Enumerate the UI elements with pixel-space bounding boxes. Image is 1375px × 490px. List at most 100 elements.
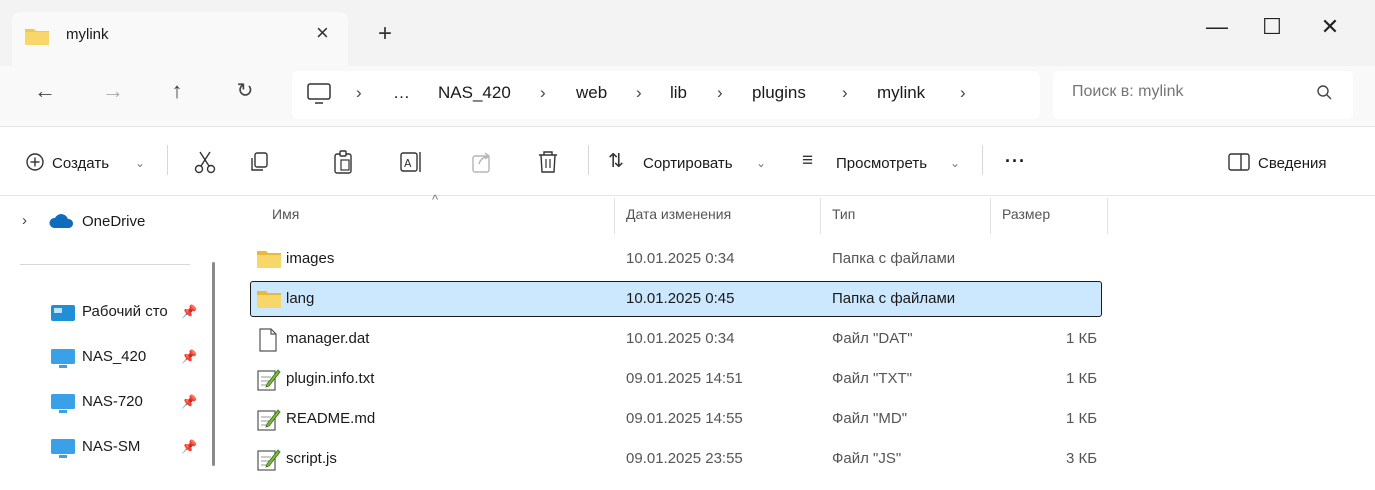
back-arrow-icon[interactable]: ←: [30, 78, 60, 104]
file-type: Файл "MD": [832, 410, 908, 427]
breadcrumb-mylink[interactable]: mylink: [877, 83, 925, 103]
breadcrumb-separator[interactable]: ›: [540, 83, 546, 103]
sort-button[interactable]: Сортировать: [643, 155, 733, 172]
file-name[interactable]: lang: [286, 290, 314, 307]
file-type: Папка с файлами: [832, 250, 956, 267]
file-date: 09.01.2025 23:55: [626, 450, 743, 467]
breadcrumb-web[interactable]: web: [576, 83, 607, 103]
refresh-icon[interactable]: ↻: [230, 78, 260, 103]
plus-circle-icon[interactable]: [25, 152, 45, 172]
desktop-icon: [51, 305, 75, 321]
computer-icon[interactable]: [306, 82, 332, 106]
forward-arrow-icon[interactable]: →: [98, 78, 128, 104]
toolbar-divider: [167, 145, 168, 175]
folder-icon: [25, 29, 49, 45]
text-file-icon: [257, 369, 281, 391]
pin-icon: 📌: [181, 304, 198, 319]
up-arrow-icon[interactable]: ↑: [162, 78, 192, 104]
sidebar-item-nas-sm[interactable]: NAS-SM: [82, 438, 140, 455]
breadcrumb-lib[interactable]: lib: [670, 83, 687, 103]
rename-icon[interactable]: A: [398, 149, 424, 175]
text-file-icon: [257, 409, 281, 431]
text-file-icon: [257, 449, 281, 471]
column-header-name[interactable]: Имя: [272, 206, 299, 222]
column-divider[interactable]: [820, 198, 821, 234]
sidebar-divider: [20, 264, 190, 265]
sidebar-item-desktop[interactable]: Рабочий сто: [82, 303, 168, 320]
folder-icon: [257, 291, 281, 308]
expand-chevron-icon[interactable]: ›: [22, 212, 27, 229]
pin-icon: 📌: [181, 349, 198, 364]
chevron-down-icon[interactable]: ⌄: [756, 156, 766, 170]
close-tab-icon[interactable]: ×: [316, 20, 329, 46]
cut-icon[interactable]: [192, 149, 218, 175]
file-type: Файл "TXT": [832, 370, 913, 387]
file-type: Файл "DAT": [832, 330, 913, 347]
more-options-button[interactable]: ···: [1005, 151, 1026, 172]
breadcrumb-separator[interactable]: ›: [842, 83, 848, 103]
create-button[interactable]: Создать: [52, 155, 109, 172]
folder-icon: [257, 251, 281, 268]
share-icon[interactable]: [469, 149, 495, 175]
sort-icon[interactable]: ⇅: [608, 150, 624, 173]
file-size: 1 КБ: [1066, 410, 1098, 427]
details-pane-icon[interactable]: [1228, 153, 1250, 171]
monitor-icon: [51, 349, 75, 368]
file-icon: [259, 328, 277, 352]
column-header-date[interactable]: Дата изменения: [626, 206, 731, 222]
paste-icon[interactable]: [331, 149, 357, 175]
new-tab-button[interactable]: +: [378, 20, 392, 48]
file-name[interactable]: images: [286, 250, 334, 267]
breadcrumb-plugins[interactable]: plugins: [752, 83, 806, 103]
pin-icon: 📌: [181, 394, 198, 409]
monitor-icon: [51, 394, 75, 413]
search-icon[interactable]: [1316, 84, 1334, 102]
sidebar-item-nas-420[interactable]: NAS_420: [82, 348, 146, 365]
file-date: 09.01.2025 14:55: [626, 410, 743, 427]
column-divider[interactable]: [1107, 198, 1108, 234]
column-divider[interactable]: [990, 198, 991, 234]
view-button[interactable]: Просмотреть: [836, 155, 927, 172]
sort-ascending-indicator-icon: ^: [432, 192, 439, 207]
chevron-down-icon[interactable]: ⌄: [135, 156, 145, 170]
file-name[interactable]: script.js: [286, 450, 337, 467]
column-divider[interactable]: [614, 198, 615, 234]
breadcrumb-nas-420[interactable]: NAS_420: [438, 83, 511, 103]
toolbar-divider: [982, 145, 983, 175]
column-header-type[interactable]: Тип: [832, 206, 855, 222]
view-list-icon[interactable]: ≡: [802, 150, 813, 172]
maximize-button[interactable]: ☐: [1252, 14, 1292, 40]
breadcrumb-separator[interactable]: ›: [636, 83, 642, 103]
copy-icon[interactable]: [247, 149, 273, 175]
pin-icon: 📌: [181, 439, 198, 454]
minimize-button[interactable]: —: [1197, 14, 1237, 40]
tab-title: mylink: [66, 26, 109, 43]
svg-text:A: A: [404, 157, 412, 170]
monitor-icon: [51, 439, 75, 458]
file-name[interactable]: README.md: [286, 410, 375, 427]
breadcrumb-separator[interactable]: ›: [960, 83, 966, 103]
sidebar-scrollbar[interactable]: [212, 262, 215, 466]
file-name[interactable]: plugin.info.txt: [286, 370, 374, 387]
file-date: 10.01.2025 0:34: [626, 330, 735, 347]
tab-mylink[interactable]: [12, 12, 348, 66]
column-header-size[interactable]: Размер: [1002, 206, 1050, 222]
breadcrumb-ellipsis[interactable]: …: [393, 83, 410, 103]
file-type: Файл "JS": [832, 450, 902, 467]
onedrive-icon: [49, 214, 74, 228]
delete-icon[interactable]: [535, 149, 561, 175]
sidebar-item-onedrive[interactable]: OneDrive: [82, 213, 145, 230]
close-window-button[interactable]: ✕: [1310, 14, 1350, 40]
breadcrumb-separator[interactable]: ›: [717, 83, 723, 103]
toolbar-divider: [588, 145, 589, 175]
file-name[interactable]: manager.dat: [286, 330, 369, 347]
file-size: 1 КБ: [1066, 330, 1098, 347]
search-input[interactable]: [1072, 83, 1272, 101]
file-date: 09.01.2025 14:51: [626, 370, 743, 387]
details-button[interactable]: Сведения: [1258, 155, 1327, 172]
file-date: 10.01.2025 0:34: [626, 250, 735, 267]
chevron-down-icon[interactable]: ⌄: [950, 156, 960, 170]
sidebar-item-nas-720[interactable]: NAS-720: [82, 393, 143, 410]
file-type: Папка с файлами: [832, 290, 956, 307]
breadcrumb-separator[interactable]: ›: [356, 83, 362, 103]
